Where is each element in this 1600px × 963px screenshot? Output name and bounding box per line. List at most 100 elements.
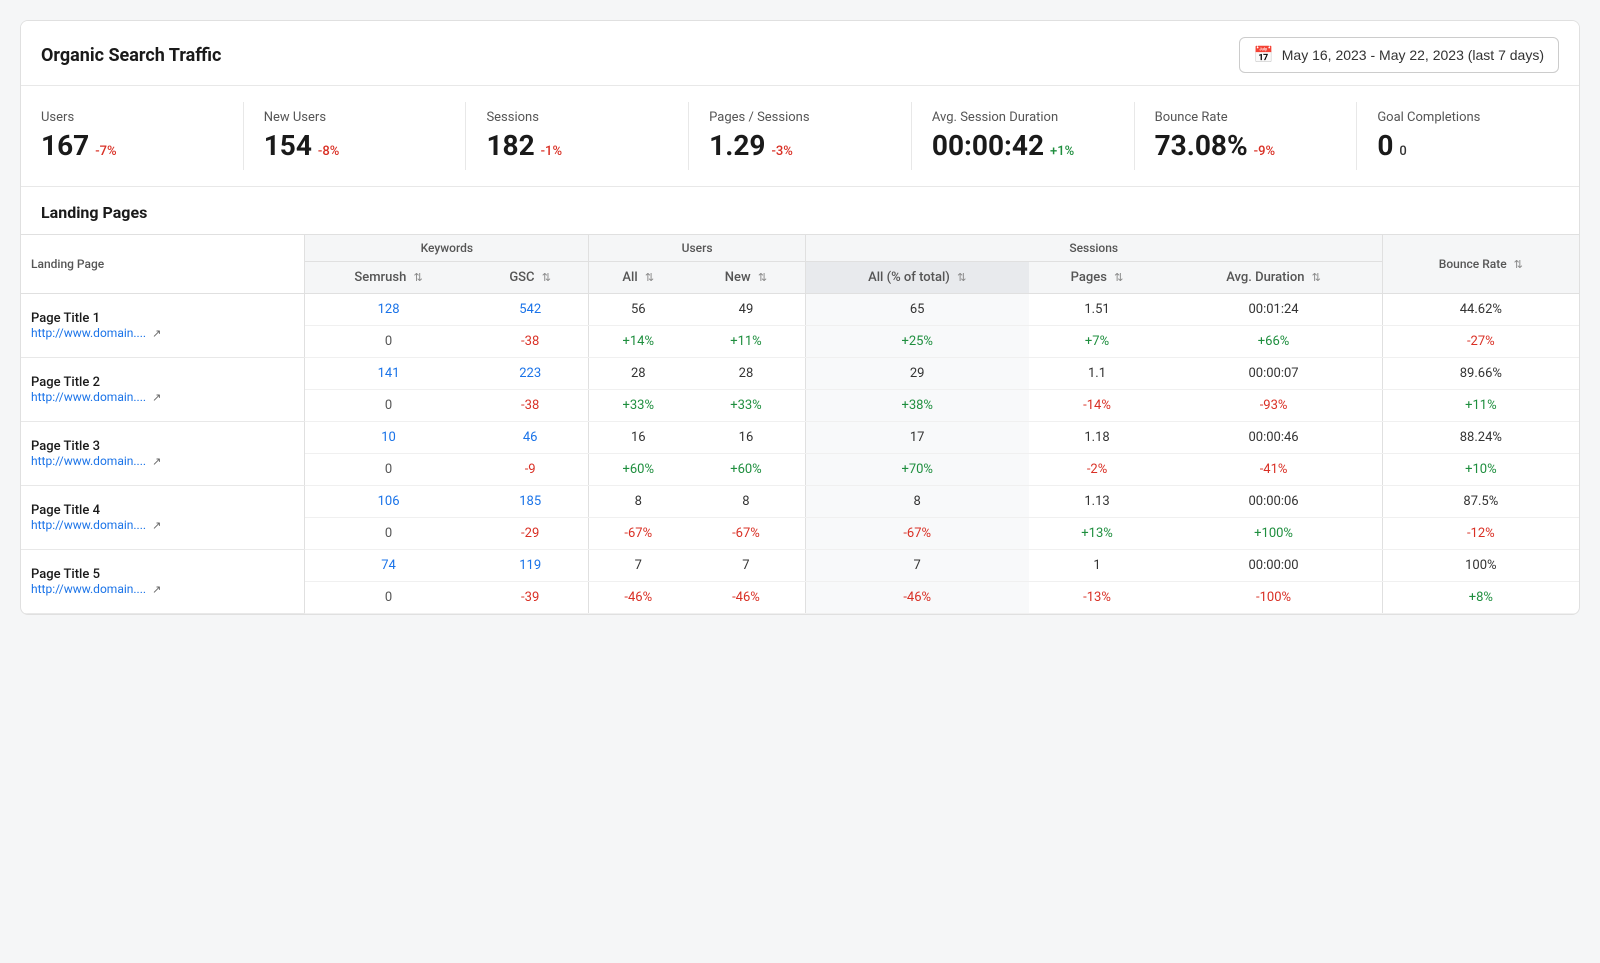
metric-item: New Users 154 -8%: [244, 102, 467, 170]
page-url-link[interactable]: http://www.domain....: [31, 326, 146, 340]
all-users-change: -46%: [589, 582, 687, 614]
gsc-value: 46: [472, 422, 589, 454]
metric-label: Avg. Session Duration: [932, 110, 1114, 125]
sort-icon: ⇅: [957, 271, 966, 284]
metric-value-row: 00:00:42 +1%: [932, 129, 1114, 162]
new-users-change: -67%: [687, 518, 805, 550]
table-row: Page Title 3 http://www.domain.... ↗ 10 …: [21, 422, 1579, 454]
external-link-icon: ↗: [152, 391, 161, 404]
gsc-change: -9: [472, 454, 589, 486]
page-url-link[interactable]: http://www.domain....: [31, 454, 146, 468]
page-url-row: http://www.domain.... ↗: [31, 582, 294, 596]
new-users-change: -46%: [687, 582, 805, 614]
new-users-value: 28: [687, 358, 805, 390]
metric-value-row: 0 0: [1377, 129, 1559, 162]
col-group-users: Users: [589, 235, 805, 262]
sort-icon: ⇅: [542, 271, 551, 284]
page-url-link[interactable]: http://www.domain....: [31, 390, 146, 404]
external-link-icon: ↗: [152, 455, 161, 468]
main-container: Organic Search Traffic 📅 May 16, 2023 - …: [20, 20, 1580, 615]
page-header: Organic Search Traffic 📅 May 16, 2023 - …: [21, 21, 1579, 85]
section-title: Landing Pages: [21, 187, 1579, 234]
landing-pages-section: Landing Pages Landing Page Keywords User…: [21, 187, 1579, 614]
new-users-value: 8: [687, 486, 805, 518]
metric-value-row: 154 -8%: [264, 129, 446, 162]
all-users-change: +33%: [589, 390, 687, 422]
bounce-rate-change: +10%: [1382, 454, 1579, 486]
bounce-rate-value: 87.5%: [1382, 486, 1579, 518]
page-url-link[interactable]: http://www.domain....: [31, 518, 146, 532]
pages-value: 1.51: [1029, 294, 1166, 326]
pages-value: 1.1: [1029, 358, 1166, 390]
metric-value-row: 1.29 -3%: [709, 129, 891, 162]
metric-label: Users: [41, 110, 223, 125]
table-row: Page Title 1 http://www.domain.... ↗ 128…: [21, 294, 1579, 326]
metric-label: Pages / Sessions: [709, 110, 891, 125]
pages-change: +13%: [1029, 518, 1166, 550]
new-users-change: +33%: [687, 390, 805, 422]
all-users-value: 7: [589, 550, 687, 582]
avg-duration-change: -41%: [1165, 454, 1382, 486]
col-pages: Pages ⇅: [1029, 262, 1166, 294]
gsc-value: 185: [472, 486, 589, 518]
bounce-rate-value: 44.62%: [1382, 294, 1579, 326]
new-users-change: +11%: [687, 326, 805, 358]
metric-item: Avg. Session Duration 00:00:42 +1%: [912, 102, 1135, 170]
metric-item: Sessions 182 -1%: [466, 102, 689, 170]
col-all-sessions: All (% of total) ⇅: [805, 262, 1028, 294]
page-title-cell: Page Title 5: [31, 567, 294, 582]
all-sessions-value: 65: [805, 294, 1028, 326]
semrush-value: 141: [305, 358, 472, 390]
metric-item: Bounce Rate 73.08% -9%: [1135, 102, 1358, 170]
bounce-rate-value: 89.66%: [1382, 358, 1579, 390]
external-link-icon: ↗: [152, 327, 161, 340]
all-sessions-value: 7: [805, 550, 1028, 582]
calendar-icon: 📅: [1254, 45, 1274, 65]
page-url-link[interactable]: http://www.domain....: [31, 582, 146, 596]
col-gsc: GSC ⇅: [472, 262, 589, 294]
table-row: Page Title 2 http://www.domain.... ↗ 141…: [21, 358, 1579, 390]
semrush-change: 0: [305, 326, 472, 358]
pages-change: -13%: [1029, 582, 1166, 614]
page-info-cell: Page Title 4 http://www.domain.... ↗: [21, 486, 305, 550]
page-info-cell: Page Title 1 http://www.domain.... ↗: [21, 294, 305, 358]
date-range-button[interactable]: 📅 May 16, 2023 - May 22, 2023 (last 7 da…: [1239, 37, 1559, 73]
page-title-cell: Page Title 2: [31, 375, 294, 390]
page-info-cell: Page Title 3 http://www.domain.... ↗: [21, 422, 305, 486]
metric-change: -3%: [771, 144, 792, 159]
avg-duration-change: -93%: [1165, 390, 1382, 422]
avg-duration-value: 00:00:00: [1165, 550, 1382, 582]
metric-value-row: 73.08% -9%: [1155, 129, 1337, 162]
bounce-rate-change: +11%: [1382, 390, 1579, 422]
pages-change: -2%: [1029, 454, 1166, 486]
sort-icon: ⇅: [645, 271, 654, 284]
semrush-change: 0: [305, 454, 472, 486]
gsc-value: 119: [472, 550, 589, 582]
bounce-rate-change: -27%: [1382, 326, 1579, 358]
gsc-change: -29: [472, 518, 589, 550]
metric-change: -7%: [95, 144, 116, 159]
bounce-rate-change: +8%: [1382, 582, 1579, 614]
semrush-change: 0: [305, 390, 472, 422]
sort-icon: ⇅: [1312, 271, 1321, 284]
all-users-change: -67%: [589, 518, 687, 550]
metric-value: 00:00:42: [932, 129, 1044, 162]
new-users-value: 49: [687, 294, 805, 326]
metrics-row: Users 167 -7% New Users 154 -8% Sessions…: [21, 85, 1579, 187]
semrush-value: 106: [305, 486, 472, 518]
avg-duration-value: 00:00:46: [1165, 422, 1382, 454]
metric-label: Sessions: [486, 110, 668, 125]
metric-label: Bounce Rate: [1155, 110, 1337, 125]
page-title-cell: Page Title 1: [31, 311, 294, 326]
all-sessions-change: +38%: [805, 390, 1028, 422]
all-sessions-change: +25%: [805, 326, 1028, 358]
table-header-group: Landing Page Keywords Users Sessions Bou…: [21, 235, 1579, 262]
semrush-value: 128: [305, 294, 472, 326]
all-sessions-value: 29: [805, 358, 1028, 390]
page-url-row: http://www.domain.... ↗: [31, 326, 294, 340]
page-title-cell: Page Title 3: [31, 439, 294, 454]
all-users-value: 8: [589, 486, 687, 518]
pages-value: 1.13: [1029, 486, 1166, 518]
sort-icon: ⇅: [1514, 258, 1523, 271]
metric-change: 0: [1399, 144, 1406, 159]
